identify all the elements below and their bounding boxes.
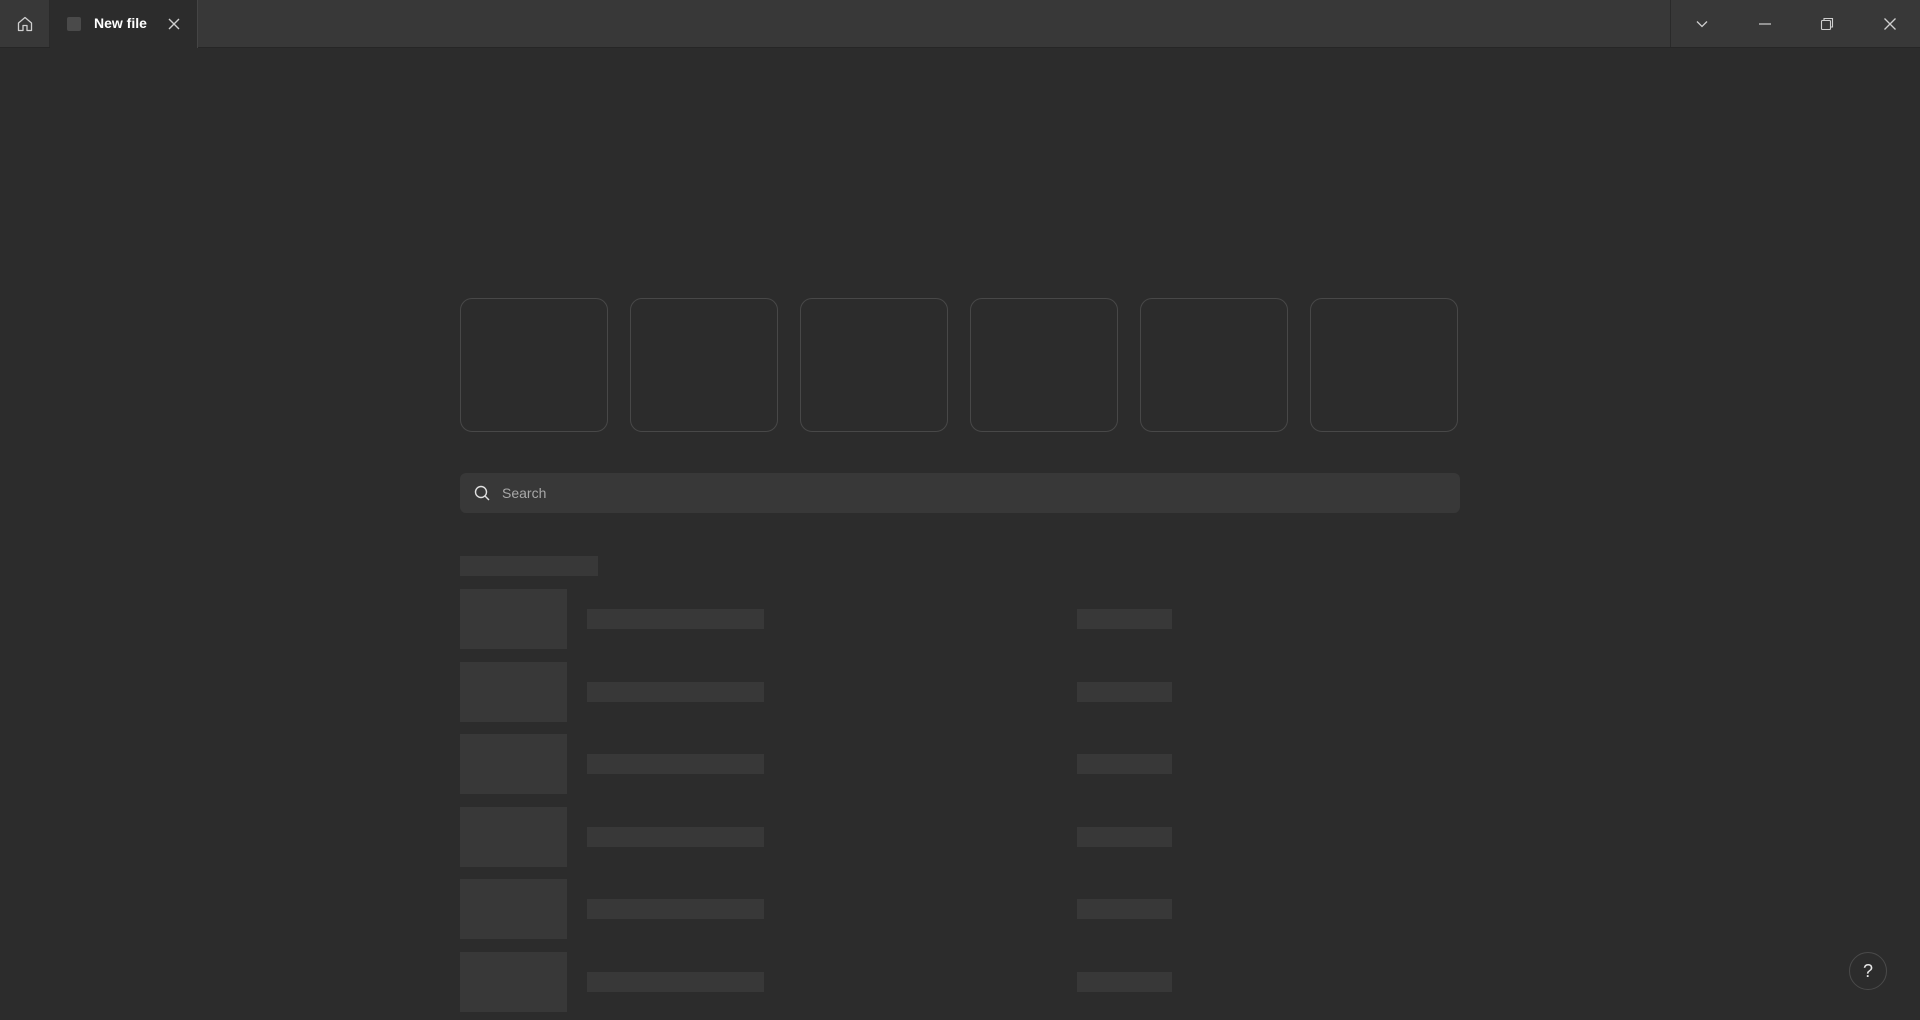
meta-placeholder	[1077, 827, 1172, 847]
name-placeholder	[587, 827, 764, 847]
meta-placeholder	[1077, 609, 1172, 629]
template-card[interactable]	[1310, 298, 1458, 432]
restore-icon	[1820, 17, 1834, 31]
close-icon	[167, 17, 181, 31]
template-card[interactable]	[460, 298, 608, 432]
help-label: ?	[1862, 960, 1873, 981]
thumbnail-placeholder	[460, 734, 567, 794]
list-item[interactable]	[460, 589, 1460, 649]
name-placeholder	[587, 609, 764, 629]
tab-new-file[interactable]: New file	[50, 0, 198, 48]
thumbnail-placeholder	[460, 662, 567, 722]
help-button[interactable]: ?	[1849, 952, 1887, 990]
name-placeholder	[587, 682, 764, 702]
tab-close-button[interactable]	[164, 14, 184, 34]
template-card[interactable]	[1140, 298, 1288, 432]
minimize-button[interactable]	[1734, 0, 1796, 47]
home-icon	[16, 15, 34, 33]
search-icon	[473, 484, 491, 502]
name-placeholder	[587, 899, 764, 919]
thumbnail-placeholder	[460, 879, 567, 939]
list-item[interactable]	[460, 807, 1460, 867]
meta-placeholder	[1077, 754, 1172, 774]
close-window-button[interactable]	[1859, 0, 1920, 47]
search-input[interactable]	[502, 473, 1442, 513]
name-placeholder	[587, 972, 764, 992]
meta-placeholder	[1077, 899, 1172, 919]
template-card[interactable]	[970, 298, 1118, 432]
window-controls	[1670, 0, 1920, 47]
thumbnail-placeholder	[460, 807, 567, 867]
chevron-down-icon	[1695, 17, 1709, 31]
tabs-dropdown-button[interactable]	[1671, 0, 1733, 47]
meta-placeholder	[1077, 682, 1172, 702]
thumbnail-placeholder	[460, 589, 567, 649]
template-card[interactable]	[630, 298, 778, 432]
close-icon	[1883, 17, 1897, 31]
template-card[interactable]	[800, 298, 948, 432]
section-heading-placeholder	[460, 556, 598, 576]
meta-placeholder	[1077, 972, 1172, 992]
list-item[interactable]	[460, 662, 1460, 722]
restore-button[interactable]	[1796, 0, 1858, 47]
home-button[interactable]	[0, 0, 50, 47]
tab-label: New file	[94, 15, 147, 31]
thumbnail-placeholder	[460, 952, 567, 1012]
file-icon	[67, 17, 81, 31]
minimize-icon	[1758, 17, 1772, 31]
list-item[interactable]	[460, 734, 1460, 794]
template-cards	[460, 298, 1460, 432]
list-item[interactable]	[460, 879, 1460, 939]
list-item[interactable]	[460, 952, 1460, 1012]
search-bar	[460, 473, 1460, 513]
name-placeholder	[587, 754, 764, 774]
title-bar: New file	[0, 0, 1920, 48]
